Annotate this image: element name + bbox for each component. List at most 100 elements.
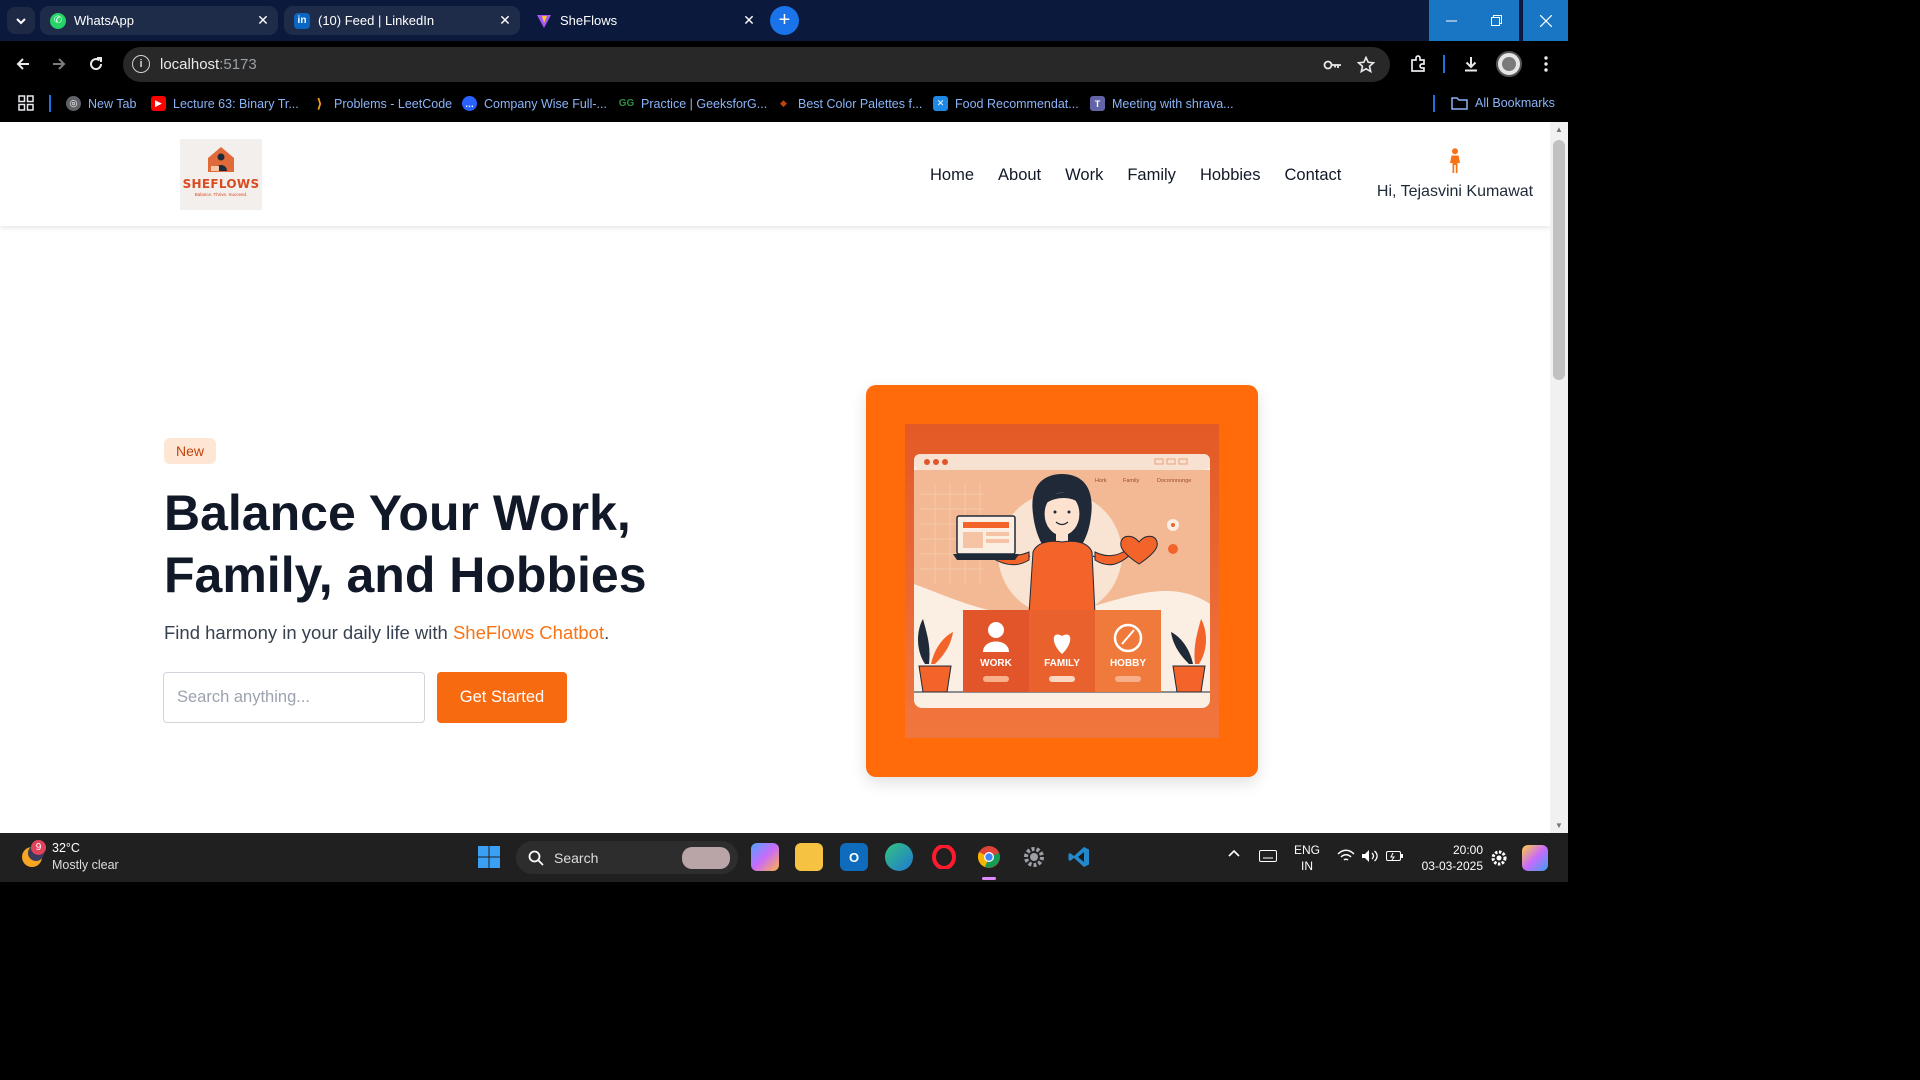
back-button[interactable] xyxy=(9,50,37,78)
outlook-icon[interactable]: O xyxy=(840,843,868,871)
download-icon[interactable] xyxy=(1457,50,1485,78)
url-host: localhost xyxy=(160,56,220,73)
language-indicator[interactable]: ENG IN xyxy=(1294,842,1320,874)
info-icon[interactable]: i xyxy=(132,55,150,73)
notification-gear-icon[interactable] xyxy=(1490,849,1508,872)
bookmark-company-wise[interactable]: … Company Wise Full-... xyxy=(462,96,607,111)
menu-dots-icon[interactable] xyxy=(1532,50,1560,78)
nav-work[interactable]: Work xyxy=(1065,166,1103,185)
tab-linkedin[interactable]: in (10) Feed | LinkedIn ✕ xyxy=(284,6,520,35)
taskbar-search[interactable]: Search xyxy=(516,841,738,874)
tab-search-button[interactable] xyxy=(7,7,35,34)
bookmark-lecture[interactable]: ▶ Lecture 63: Binary Tr... xyxy=(151,96,299,111)
web-page: SHEFLOWS Balance. Thrive. Succeed. Home … xyxy=(0,122,1550,833)
clock-date: 03-03-2025 xyxy=(1421,859,1483,873)
scroll-down-icon[interactable]: ▼ xyxy=(1554,821,1564,830)
copilot-icon[interactable] xyxy=(751,843,779,871)
chrome-icon[interactable] xyxy=(975,843,1003,871)
nav-contact[interactable]: Contact xyxy=(1284,166,1341,185)
bookmark-leetcode[interactable]: ⟩ Problems - LeetCode xyxy=(312,96,453,111)
bookmark-label: Problems - LeetCode xyxy=(334,96,453,111)
hero-title: Balance Your Work, Family, and Hobbies xyxy=(164,485,647,603)
close-icon[interactable]: ✕ xyxy=(252,12,274,29)
bookmark-meeting[interactable]: T Meeting with shrava... xyxy=(1090,96,1234,111)
edge-icon[interactable] xyxy=(885,843,913,871)
tab-title: WhatsApp xyxy=(74,13,134,28)
all-bookmarks-button[interactable]: All Bookmarks xyxy=(1451,96,1555,110)
forward-button[interactable] xyxy=(45,50,73,78)
reload-button[interactable] xyxy=(82,50,110,78)
region-code: IN xyxy=(1301,859,1313,873)
nav-hobbies[interactable]: Hobbies xyxy=(1200,166,1261,185)
clock-time: 20:00 xyxy=(1452,843,1483,857)
search-input[interactable] xyxy=(163,672,425,723)
bookmark-star-icon[interactable] xyxy=(1352,51,1380,79)
nav-home[interactable]: Home xyxy=(930,166,974,185)
keyboard-icon[interactable] xyxy=(1259,849,1277,867)
copilot-tray-icon[interactable] xyxy=(1522,845,1548,871)
bookmark-color-palettes[interactable]: ◆ Best Color Palettes f... xyxy=(776,96,922,111)
scroll-up-icon[interactable]: ▲ xyxy=(1554,125,1564,134)
windows-start-icon[interactable] xyxy=(475,843,503,871)
minimize-button[interactable] xyxy=(1429,0,1474,41)
logo-house-icon xyxy=(208,147,234,172)
close-window-button[interactable] xyxy=(1523,0,1568,41)
bookmark-new-tab[interactable]: ◎ New Tab xyxy=(66,96,136,111)
whatsapp-icon: ✆ xyxy=(50,12,66,29)
browser-toolbar: i localhost:5173 xyxy=(0,41,1568,87)
bookmark-label: Best Color Palettes f... xyxy=(798,96,923,111)
close-icon[interactable]: ✕ xyxy=(738,12,760,29)
illus-card-family: FAMILY xyxy=(1044,658,1080,669)
url-text[interactable]: localhost:5173 xyxy=(160,56,257,73)
vite-icon xyxy=(536,13,552,29)
close-icon xyxy=(1539,14,1552,27)
nav-family[interactable]: Family xyxy=(1127,166,1176,185)
woman-icon xyxy=(1450,148,1460,173)
extensions-icon[interactable] xyxy=(1404,50,1432,78)
volume-icon[interactable] xyxy=(1361,849,1379,868)
arrow-left-icon xyxy=(16,58,29,70)
vscode-icon[interactable] xyxy=(1065,843,1093,871)
language-code: ENG xyxy=(1294,843,1321,857)
chrome-active-indicator xyxy=(982,877,996,880)
subtitle-brand: SheFlows Chatbot xyxy=(452,622,605,643)
bookmark-label: New Tab xyxy=(88,96,137,111)
sheflows-logo[interactable]: SHEFLOWS Balance. Thrive. Succeed. xyxy=(180,139,262,210)
chat-icon: … xyxy=(462,96,477,111)
file-explorer-icon[interactable] xyxy=(795,843,823,871)
minimize-icon xyxy=(1446,20,1457,22)
battery-icon[interactable] xyxy=(1386,849,1404,868)
bookmark-food[interactable]: ✕ Food Recommendat... xyxy=(933,96,1079,111)
new-tab-button[interactable]: + xyxy=(770,6,799,35)
chevron-up-icon[interactable] xyxy=(1227,847,1241,866)
apps-grid-icon[interactable] xyxy=(18,95,34,114)
profile-avatar[interactable] xyxy=(1495,50,1523,78)
scroll-thumb[interactable] xyxy=(1553,140,1565,380)
wifi-icon[interactable] xyxy=(1337,849,1355,868)
bookmark-gfg[interactable]: GG Practice | GeeksforG... xyxy=(619,96,767,111)
opera-icon[interactable] xyxy=(930,843,958,871)
close-icon[interactable]: ✕ xyxy=(494,12,516,29)
weather-widget[interactable]: 9 32°C Mostly clear xyxy=(18,840,119,876)
tab-sheflows[interactable]: SheFlows ✕ xyxy=(526,6,764,35)
subtitle-suffix: . xyxy=(604,622,610,643)
restore-button[interactable] xyxy=(1474,0,1519,41)
weather-condition: Mostly clear xyxy=(52,858,119,872)
new-badge: New xyxy=(164,438,217,464)
get-started-button[interactable]: Get Started xyxy=(437,672,567,723)
settings-icon[interactable] xyxy=(1020,843,1048,871)
folder-icon xyxy=(1451,97,1468,110)
tab-whatsapp[interactable]: ✆ WhatsApp ✕ xyxy=(40,6,278,35)
nav-about[interactable]: About xyxy=(998,166,1041,185)
address-bar[interactable]: i localhost:5173 xyxy=(123,47,1390,82)
clock[interactable]: 20:00 03-03-2025 xyxy=(1417,842,1483,874)
tab-title: (10) Feed | LinkedIn xyxy=(318,13,435,28)
page-scrollbar[interactable]: ▲ ▼ xyxy=(1550,122,1568,833)
weather-temp: 32°C xyxy=(52,841,80,855)
key-icon[interactable] xyxy=(1319,51,1347,79)
tab-strip: ✆ WhatsApp ✕ in (10) Feed | LinkedIn ✕ S… xyxy=(0,0,1568,41)
linkedin-icon: in xyxy=(294,12,310,29)
user-menu[interactable]: Hi, Tejasvini Kumawat xyxy=(1374,148,1536,201)
weather-badge: 9 xyxy=(31,840,46,855)
search-highlight-image xyxy=(682,846,730,869)
